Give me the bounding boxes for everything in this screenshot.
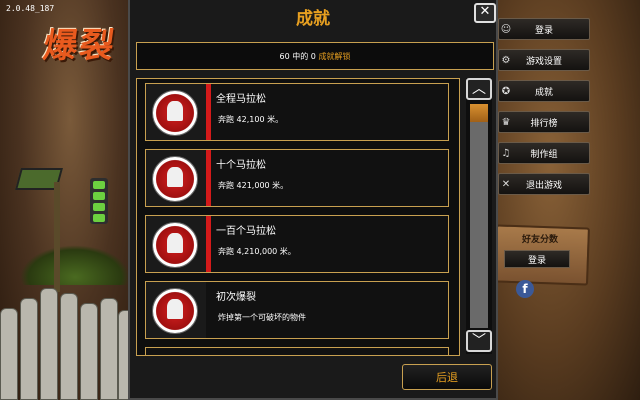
friends-title: 好友分数 <box>521 235 558 245</box>
achievement-item: 十个马拉松 奔跑 421,000 米。 <box>145 149 449 207</box>
medal-icon <box>152 222 198 268</box>
fence <box>0 270 140 400</box>
achievement-name: 全程马拉松 <box>216 94 266 105</box>
side-menu: ☺ 登录 ⚙ 游戏设置 ✪ 成就 ♛ 排行榜 ♫ 制作组 ✕ 退出游戏 <box>498 18 590 204</box>
medal-icon <box>152 156 198 202</box>
game-logo: 爆裂 <box>40 26 119 66</box>
scroll-thumb[interactable] <box>470 104 488 122</box>
achievement-desc: 奔跑 421,000 米。 <box>218 181 289 190</box>
side-menu-quit[interactable]: ✕ 退出游戏 <box>498 173 590 195</box>
gear-icon: ⚙ <box>501 54 511 66</box>
friends-login-button[interactable]: 登录 <box>504 250 570 268</box>
credits-icon: ♫ <box>501 147 511 159</box>
side-menu-leaderboard[interactable]: ♛ 排行榜 <box>498 111 590 133</box>
achievement-desc: 炸掉第一个可破坏的物件 <box>218 313 306 322</box>
progress-bar <box>206 84 211 140</box>
facebook-icon[interactable]: f <box>516 280 534 298</box>
summary-count: 60 中的 0 <box>279 51 316 61</box>
achievement-item: 初次爆裂 炸掉第一个可破坏的物件 <box>145 281 449 339</box>
side-menu-achievements[interactable]: ✪ 成就 <box>498 80 590 102</box>
close-button[interactable]: ✕ <box>474 3 496 23</box>
achievement-summary: 60 中的 0 成就解锁 <box>136 42 494 70</box>
battery-icon <box>90 178 108 224</box>
progress-bar <box>206 150 211 206</box>
medal-icon: ✪ <box>501 85 511 97</box>
medal-icon <box>152 288 198 334</box>
achievement-name: 十个马拉松 <box>216 160 266 171</box>
scroll-track[interactable] <box>470 104 488 328</box>
achievement-list[interactable]: 全程马拉松 奔跑 42,100 米。 十个马拉松 奔跑 421,000 米。 一… <box>136 78 460 356</box>
dialog-title: 成就 <box>296 9 330 29</box>
medal-icon <box>152 90 198 136</box>
achievement-desc: 奔跑 4,210,000 米。 <box>218 247 296 256</box>
side-menu-settings[interactable]: ⚙ 游戏设置 <box>498 49 590 71</box>
progress-bar <box>206 216 211 272</box>
side-menu-login[interactable]: ☺ 登录 <box>498 18 590 40</box>
achievement-name: 一百个马拉松 <box>216 226 276 237</box>
user-icon: ☺ <box>500 23 512 35</box>
scroll-up-button[interactable]: ︿ <box>466 78 492 100</box>
trophy-icon: ♛ <box>501 116 511 128</box>
version-label: 2.0.48_187 <box>6 4 55 13</box>
achievement-item <box>145 347 449 355</box>
summary-label: 成就解锁 <box>318 51 351 61</box>
close-icon: ✕ <box>501 178 511 190</box>
side-menu-credits[interactable]: ♫ 制作组 <box>498 142 590 164</box>
back-button[interactable]: 后退 <box>402 364 492 390</box>
achievement-item: 全程马拉松 奔跑 42,100 米。 <box>145 83 449 141</box>
scroll-down-button[interactable]: ﹀ <box>466 330 492 352</box>
achievement-desc: 奔跑 42,100 米。 <box>218 115 284 124</box>
achievement-name: 初次爆裂 <box>216 292 256 303</box>
achievement-item: 一百个马拉松 奔跑 4,210,000 米。 <box>145 215 449 273</box>
